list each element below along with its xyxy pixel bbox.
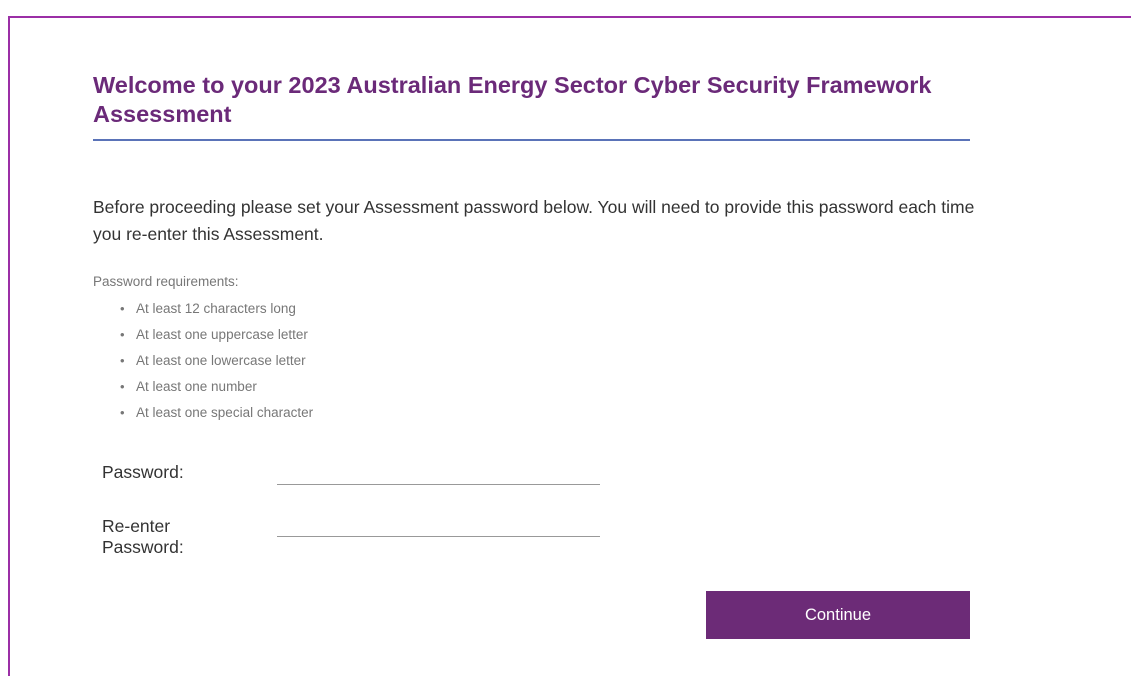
- requirement-text: At least 12 characters long: [136, 301, 296, 316]
- continue-button[interactable]: Continue: [706, 591, 970, 639]
- requirement-item: • At least one number: [93, 374, 313, 400]
- requirement-text: At least one special character: [136, 405, 314, 420]
- requirement-item: • At least one uppercase letter: [93, 322, 313, 348]
- page-title: Welcome to your 2023 Australian Energy S…: [93, 72, 932, 127]
- bullet-icon: •: [120, 301, 125, 316]
- reenter-password-input[interactable]: [277, 513, 600, 537]
- bullet-icon: •: [120, 405, 125, 420]
- intro-text: Before proceeding please set your Assess…: [93, 197, 975, 244]
- requirement-text: At least one number: [136, 379, 257, 394]
- bullet-icon: •: [120, 379, 125, 394]
- requirement-item: • At least one lowercase letter: [93, 348, 313, 374]
- reenter-password-label: Re-enter Password:: [102, 516, 184, 558]
- password-requirements-heading: Password requirements:: [93, 274, 239, 289]
- requirement-text: At least one uppercase letter: [136, 327, 308, 342]
- requirement-item: • At least 12 characters long: [93, 296, 313, 322]
- password-requirements-list: • At least 12 characters long • At least o…: [93, 296, 313, 426]
- bullet-icon: •: [120, 353, 125, 368]
- bullet-icon: •: [120, 327, 125, 342]
- requirement-text: At least one lowercase letter: [136, 353, 306, 368]
- requirement-item: • At least one special character: [93, 400, 313, 426]
- reenter-label-line2: Password:: [102, 537, 184, 557]
- password-label: Password:: [102, 462, 184, 482]
- title-divider: [93, 139, 970, 141]
- reenter-label-line1: Re-enter: [102, 516, 171, 536]
- password-input[interactable]: [277, 461, 600, 485]
